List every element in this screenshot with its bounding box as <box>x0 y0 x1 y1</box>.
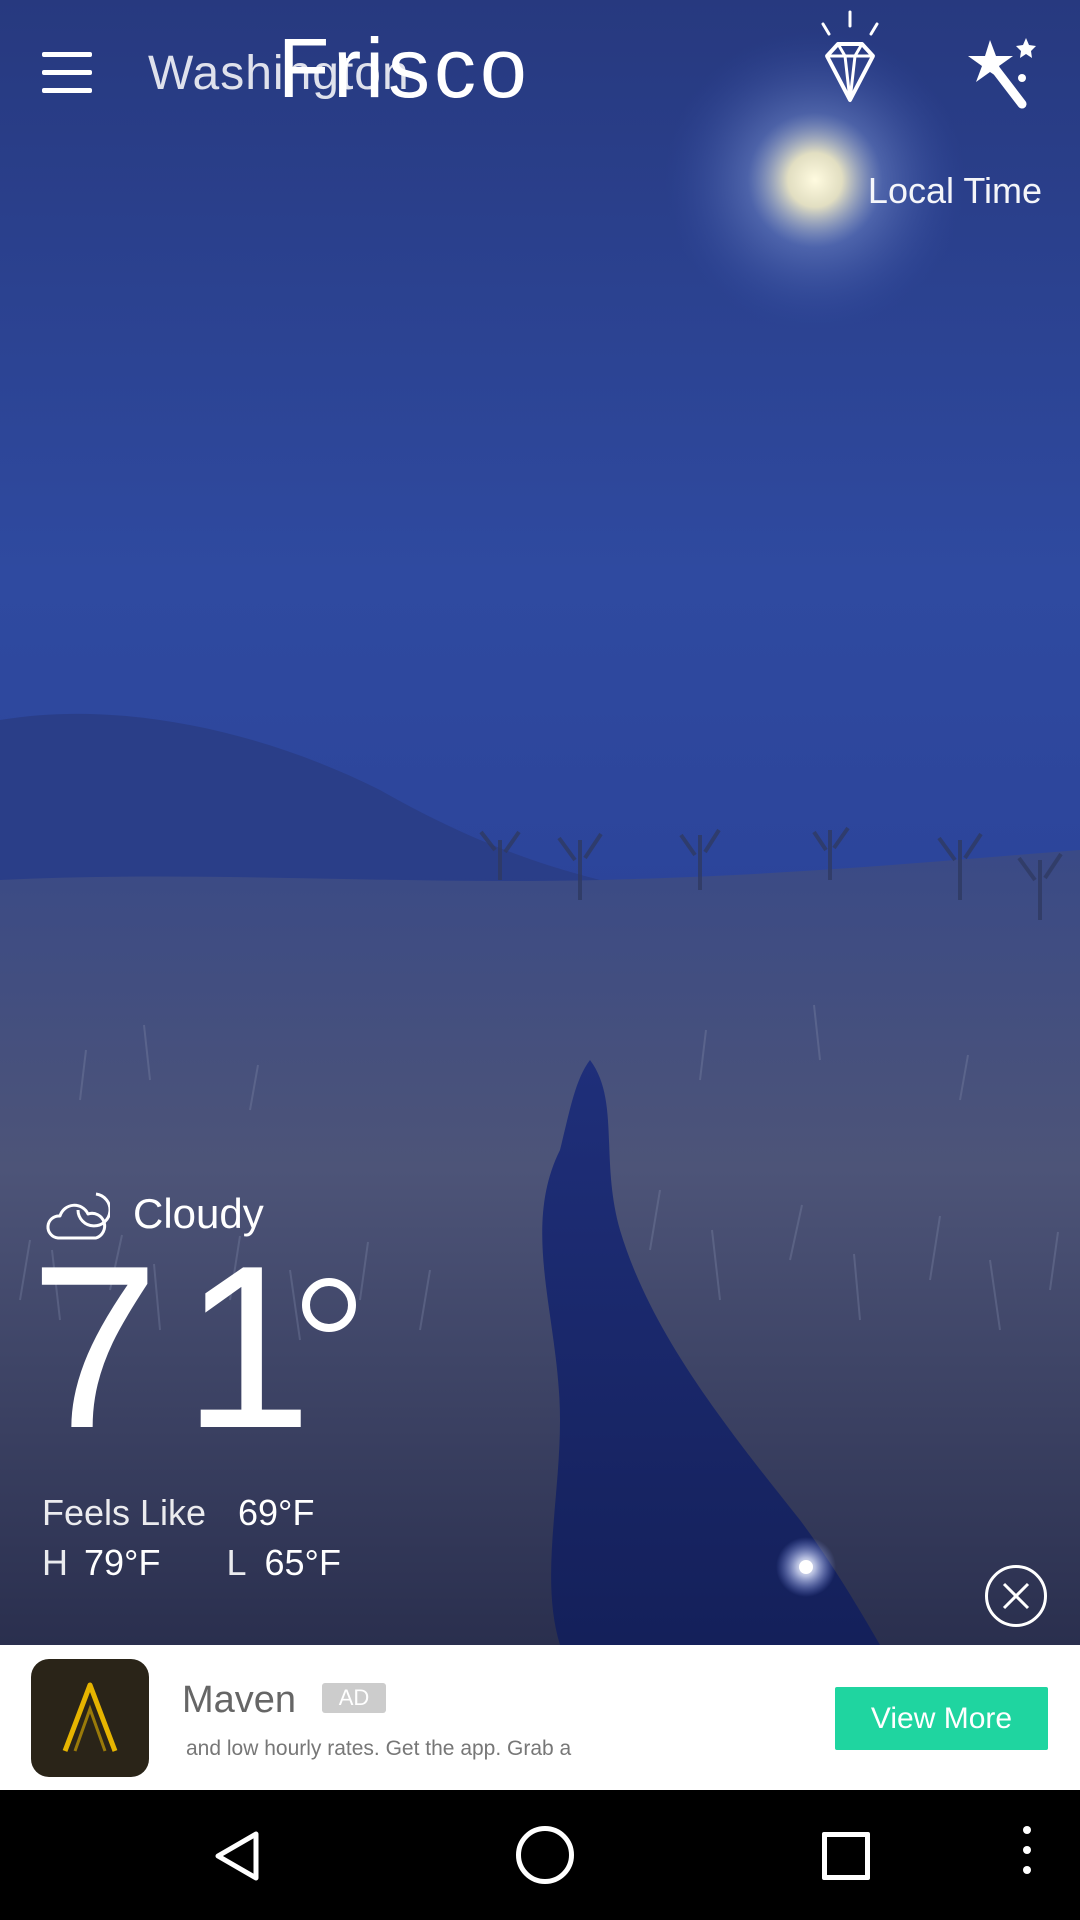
recent-apps-icon[interactable] <box>822 1832 870 1880</box>
high-value: 79°F <box>84 1542 161 1583</box>
feels-like-value: 69°F <box>238 1492 315 1533</box>
ad-description[interactable]: and low hourly rates. Get the app. Grab … <box>186 1737 636 1761</box>
more-icon[interactable] <box>1020 1826 1034 1886</box>
ad-app-name[interactable]: Maven <box>182 1679 296 1722</box>
high-low: H 79°F L 65°F <box>42 1542 341 1584</box>
magic-wand-icon <box>968 38 1036 109</box>
diamond-icon <box>821 10 879 102</box>
ad-badge: AD <box>322 1683 386 1713</box>
close-ad-button[interactable] <box>985 1565 1047 1627</box>
premium-button[interactable] <box>805 8 895 108</box>
feels-like-label: Feels Like <box>42 1492 207 1533</box>
effects-button[interactable] <box>960 30 1050 120</box>
menu-button[interactable] <box>38 48 96 98</box>
feels-like: Feels Like 69°F <box>42 1492 314 1534</box>
degree-symbol <box>302 1278 356 1332</box>
ad-app-logo[interactable] <box>31 1659 149 1777</box>
view-more-button[interactable]: View More <box>835 1687 1048 1750</box>
city-title[interactable]: Frisco <box>278 20 531 117</box>
back-icon[interactable] <box>212 1830 262 1882</box>
low-value: 65°F <box>264 1542 341 1583</box>
low-label: L <box>226 1542 247 1583</box>
local-time-label[interactable]: Local Time <box>868 170 1042 212</box>
home-icon[interactable] <box>516 1826 574 1884</box>
close-icon <box>1002 1582 1030 1610</box>
high-label: H <box>42 1542 68 1583</box>
ad-banner[interactable]: Maven AD and low hourly rates. Get the a… <box>0 1645 1080 1790</box>
current-temperature: 71 <box>30 1218 337 1477</box>
system-nav-bar <box>0 1790 1080 1920</box>
